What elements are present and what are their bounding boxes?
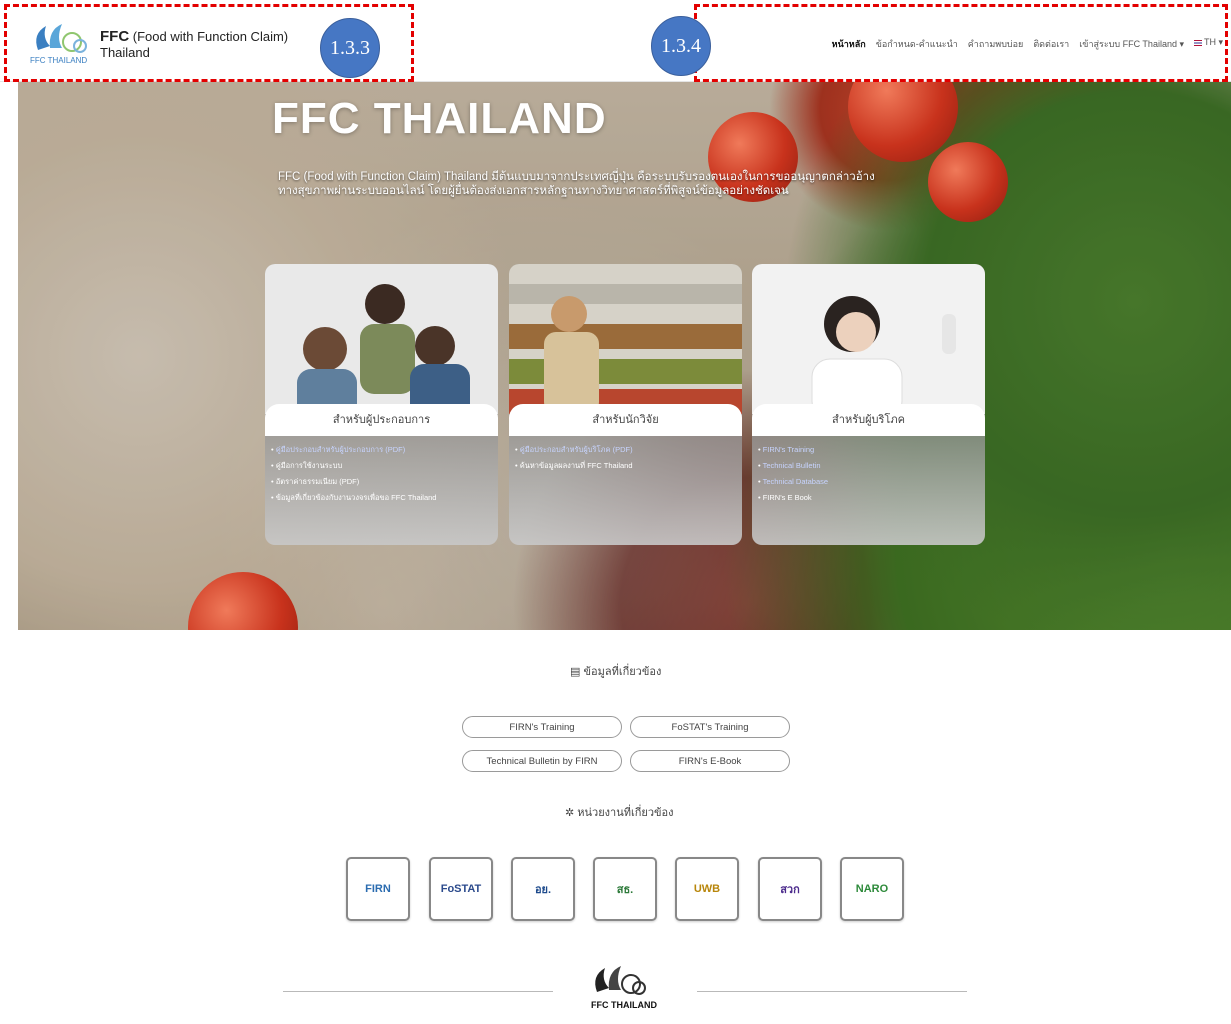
annotation-badge-right: 1.3.4 [651, 16, 711, 76]
card-link[interactable]: ค้นหาข้อมูลผลงานที่ FFC Thailand [515, 458, 633, 474]
hero-banner: FFC THAILAND FFC (Food with Function Cla… [18, 82, 1231, 630]
technical-bulletin-button[interactable]: Technical Bulletin by FIRN [462, 750, 622, 772]
card-researcher-label: สำหรับนักวิจัย [509, 404, 742, 436]
card-link[interactable]: คู่มือประกอบสำหรับผู้ประกอบการ (PDF) [271, 442, 436, 458]
related-info-title: ข้อมูลที่เกี่ยวข้อง [583, 666, 662, 678]
tomato-image [928, 142, 1008, 222]
footer-divider-right [697, 991, 967, 992]
partner-logo-naro[interactable]: NARO [840, 857, 904, 921]
card-link[interactable]: คู่มือประกอบสำหรับผู้บริโภค (PDF) [515, 442, 633, 458]
card-entrepreneur-links: คู่มือประกอบสำหรับผู้ประกอบการ (PDF) คู่… [271, 442, 437, 506]
card-consumer[interactable]: สำหรับผู้บริโภค FIRN's Training Technica… [752, 264, 985, 545]
partner-name: NARO [855, 883, 889, 895]
card-consumer-label: สำหรับผู้บริโภค [752, 404, 985, 436]
card-link[interactable]: Technical Bulletin [758, 458, 828, 474]
card-researcher[interactable]: สำหรับนักวิจัย คู่มือประกอบสำหรับผู้บริโ… [509, 264, 742, 545]
card-researcher-links: คู่มือประกอบสำหรับผู้บริโภค (PDF) ค้นหาข… [515, 442, 633, 474]
card-consumer-links: FIRN's Training Technical Bulletin Techn… [758, 442, 828, 506]
card-researcher-image [509, 264, 742, 414]
footer-divider-left [283, 991, 553, 992]
partner-logo-uwb[interactable]: UWB [675, 857, 739, 921]
annotation-box-right [694, 4, 1228, 82]
partner-name: สวก [780, 884, 800, 896]
footer-ffc-logo-icon: FFC THAILAND [591, 966, 657, 1010]
card-link[interactable]: FIRN's Training [758, 442, 828, 458]
tomato-image [848, 82, 958, 162]
card-entrepreneur-label: สำหรับผู้ประกอบการ [265, 404, 498, 436]
partner-logo-firn[interactable]: FIRN [346, 857, 410, 921]
card-entrepreneur-image [265, 264, 498, 414]
card-link[interactable]: ข้อมูลที่เกี่ยวข้องกับงานวงจรเพื่อขอ FFC… [271, 490, 437, 506]
related-orgs-title: หน่วยงานที่เกี่ยวข้อง [577, 807, 674, 819]
partner-name: อย. [534, 884, 552, 896]
card-consumer-image [752, 264, 985, 414]
card-link[interactable]: คู่มือการใช้งานระบบ [271, 458, 436, 474]
card-link[interactable]: FIRN's E Book [758, 490, 828, 506]
related-info-heading: ▤ ข้อมูลที่เกี่ยวข้อง [570, 662, 661, 680]
firn-training-button[interactable]: FIRN's Training [462, 716, 622, 738]
partner-name: สธ. [616, 884, 634, 896]
partner-logo-swk[interactable]: สวก [758, 857, 822, 921]
related-orgs-heading: ✲ หน่วยงานที่เกี่ยวข้อง [565, 803, 674, 821]
partner-name: FIRN [365, 883, 391, 895]
partner-name: FoSTAT [440, 883, 482, 895]
firn-ebook-button[interactable]: FIRN's E-Book [630, 750, 790, 772]
gear-icon: ✲ [565, 807, 578, 819]
annotation-badge-left: 1.3.3 [320, 18, 380, 78]
partner-logo-fda[interactable]: อย. [511, 857, 575, 921]
card-entrepreneur[interactable]: สำหรับผู้ประกอบการ คู่มือประกอบสำหรับผู้… [265, 264, 498, 545]
footer-logo-caption: FFC THAILAND [591, 1000, 657, 1010]
fostat-training-button[interactable]: FoSTAT's Training [630, 716, 790, 738]
tomato-image [188, 572, 298, 630]
card-link[interactable]: อัตราค่าธรรมเนียม (PDF) [271, 474, 436, 490]
hero-title: FFC THAILAND [272, 94, 607, 143]
partner-name: UWB [693, 883, 721, 895]
partner-logo-fostat[interactable]: FoSTAT [429, 857, 493, 921]
partner-logo-moph[interactable]: สธ. [593, 857, 657, 921]
hero-description: FFC (Food with Function Claim) Thailand … [278, 171, 875, 197]
book-icon: ▤ [570, 666, 584, 678]
card-link[interactable]: Technical Database [758, 474, 828, 490]
